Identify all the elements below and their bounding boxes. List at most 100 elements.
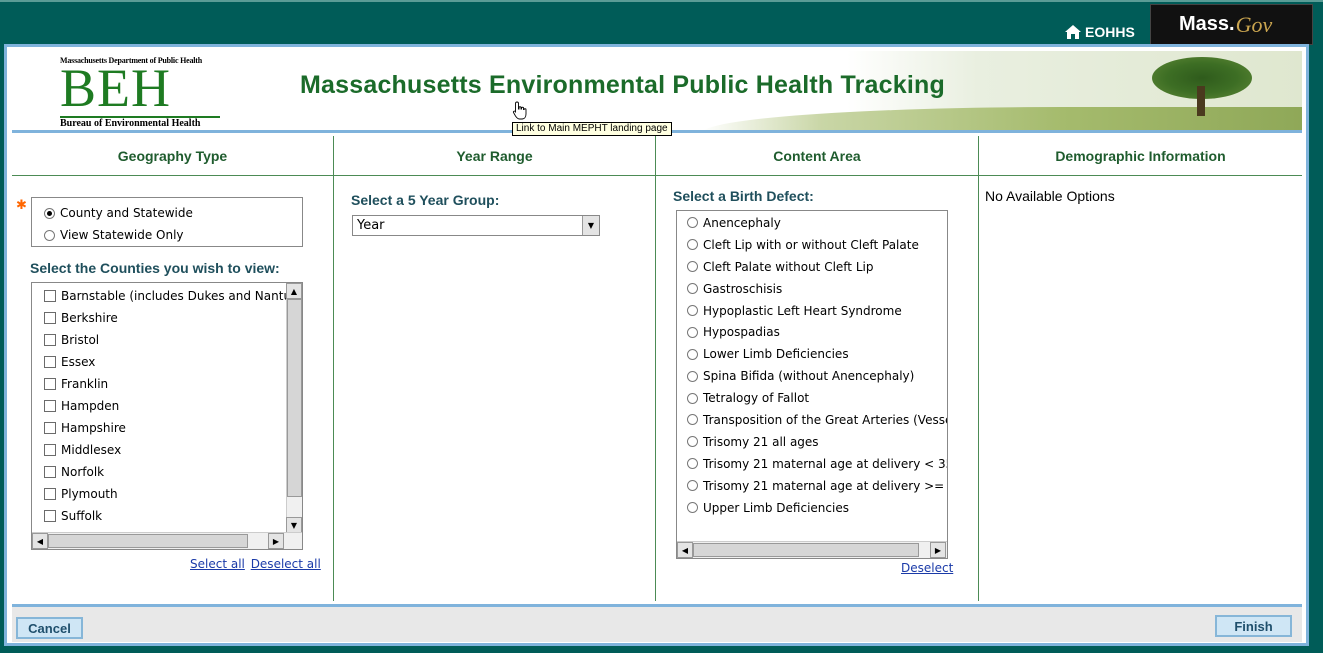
list-item[interactable]: Barnstable (includes Dukes and Nantucket… xyxy=(32,285,286,307)
finish-button[interactable]: Finish xyxy=(1215,615,1292,637)
chevron-down-icon[interactable]: ▼ xyxy=(582,216,599,235)
radio-button[interactable] xyxy=(687,261,698,273)
vertical-scrollbar[interactable]: ▲ ▼ xyxy=(286,283,302,533)
radio-button[interactable] xyxy=(687,217,698,229)
radio-button[interactable] xyxy=(687,392,698,404)
defect-label: Lower Limb Deficiencies xyxy=(703,347,849,362)
list-item[interactable]: Middlesex xyxy=(32,439,286,461)
list-item[interactable]: Upper Limb Deficiencies xyxy=(677,497,947,519)
list-item[interactable]: Cleft Lip with or without Cleft Palate xyxy=(677,234,947,256)
scroll-thumb[interactable] xyxy=(48,534,248,548)
list-item[interactable]: Essex xyxy=(32,351,286,373)
list-item[interactable]: Franklin xyxy=(32,373,286,395)
deselect-link[interactable]: Deselect xyxy=(901,561,953,575)
scroll-thumb[interactable] xyxy=(693,543,919,557)
radio-button[interactable] xyxy=(44,229,55,241)
radio-county-statewide[interactable]: County and Statewide xyxy=(32,202,302,224)
county-label: Franklin xyxy=(61,377,109,391)
select-all-link[interactable]: Select all xyxy=(190,557,245,571)
radio-label: View Statewide Only xyxy=(60,228,184,242)
scroll-right-button[interactable]: ▶ xyxy=(268,533,284,549)
list-item[interactable]: Trisomy 21 maternal age at delivery < 35 xyxy=(677,453,947,475)
list-item[interactable]: Spina Bifida (without Anencephaly) xyxy=(677,365,947,387)
list-item[interactable]: Bristol xyxy=(32,329,286,351)
radio-button[interactable] xyxy=(687,283,698,295)
list-item[interactable]: Trisomy 21 maternal age at delivery >= 3… xyxy=(677,475,947,497)
checkbox[interactable] xyxy=(44,356,56,368)
scroll-right-button[interactable]: ▶ xyxy=(930,542,946,558)
radio-button[interactable] xyxy=(687,305,698,316)
birth-defect-list[interactable]: Anencephaly Cleft Lip with or without Cl… xyxy=(676,210,948,559)
list-item[interactable]: Norfolk xyxy=(32,461,286,483)
geography-column: Geography Type ✱ County and Statewide Vi… xyxy=(12,136,334,601)
list-item[interactable]: Hypoplastic Left Heart Syndrome xyxy=(677,300,947,322)
list-item[interactable]: Hampshire xyxy=(32,417,286,439)
demographic-header: Demographic Information xyxy=(979,136,1302,176)
deselect-all-link[interactable]: Deselect all xyxy=(251,557,321,571)
footer: Cancel Finish xyxy=(12,604,1302,642)
scroll-up-button[interactable]: ▲ xyxy=(286,283,302,299)
checkbox[interactable] xyxy=(44,444,56,456)
scroll-thumb[interactable] xyxy=(287,299,302,497)
top-bar: EOHHS Mass. Gov xyxy=(0,0,1323,45)
radio-button[interactable] xyxy=(44,207,55,219)
list-item[interactable]: Cleft Palate without Cleft Lip xyxy=(677,256,947,278)
year-group-label: Select a 5 Year Group: xyxy=(351,192,500,208)
checkbox[interactable] xyxy=(44,510,56,522)
radio-button[interactable] xyxy=(687,480,698,492)
defect-label: Spina Bifida (without Anencephaly) xyxy=(703,369,915,384)
page-title[interactable]: Massachusetts Environmental Public Healt… xyxy=(300,71,945,100)
list-item[interactable]: Hampden xyxy=(32,395,286,417)
tree-trunk xyxy=(1197,86,1205,116)
mass-gov-logo[interactable]: Mass. Gov xyxy=(1150,4,1313,45)
checkbox[interactable] xyxy=(44,422,56,434)
content-header: Content Area xyxy=(656,136,978,176)
checkbox[interactable] xyxy=(44,312,56,324)
content-column: Content Area Select a Birth Defect: Anen… xyxy=(656,136,979,601)
checkbox[interactable] xyxy=(44,488,56,500)
cancel-button[interactable]: Cancel xyxy=(16,617,83,639)
year-group-select[interactable]: Year ▼ xyxy=(352,215,600,236)
radio-button[interactable] xyxy=(687,370,698,382)
hand-cursor-icon xyxy=(512,101,527,120)
radio-button[interactable] xyxy=(687,414,698,426)
list-item[interactable]: Suffolk xyxy=(32,505,286,527)
columns: Geography Type ✱ County and Statewide Vi… xyxy=(12,136,1302,601)
checkbox[interactable] xyxy=(44,400,56,412)
radio-button[interactable] xyxy=(687,458,698,470)
list-item[interactable]: Plymouth xyxy=(32,483,286,505)
list-item[interactable]: Hypospadias xyxy=(677,321,947,343)
scroll-left-button[interactable]: ◀ xyxy=(677,542,693,558)
checkbox[interactable] xyxy=(44,290,56,302)
scroll-left-button[interactable]: ◀ xyxy=(32,533,48,549)
radio-button[interactable] xyxy=(687,436,698,448)
list-item[interactable]: Gastroschisis xyxy=(677,278,947,300)
beh-logo[interactable]: BEH xyxy=(60,61,171,115)
checkbox[interactable] xyxy=(44,334,56,346)
horizontal-scrollbar[interactable]: ◀ ▶ xyxy=(677,541,947,558)
radio-button[interactable] xyxy=(687,239,698,251)
eohhs-link[interactable]: EOHHS xyxy=(1064,22,1135,42)
radio-button[interactable] xyxy=(687,326,698,338)
checkbox[interactable] xyxy=(44,378,56,390)
list-item[interactable]: Tetralogy of Fallot xyxy=(677,387,947,409)
scroll-down-button[interactable]: ▼ xyxy=(286,517,302,533)
year-column: Year Range Select a 5 Year Group: Year ▼ xyxy=(334,136,656,601)
radio-statewide-only[interactable]: View Statewide Only xyxy=(32,224,302,246)
county-label: Plymouth xyxy=(61,487,118,501)
list-item[interactable]: Lower Limb Deficiencies xyxy=(677,343,947,365)
list-item[interactable]: Anencephaly xyxy=(677,212,947,234)
radio-button[interactable] xyxy=(687,348,698,360)
geography-options: County and Statewide View Statewide Only xyxy=(31,197,303,247)
list-item[interactable]: Trisomy 21 all ages xyxy=(677,431,947,453)
horizontal-scrollbar[interactable]: ◀ ▶ xyxy=(32,532,302,549)
county-label: Barnstable (includes Dukes and Nantucket… xyxy=(61,289,286,303)
checkbox[interactable] xyxy=(44,466,56,478)
radio-button[interactable] xyxy=(687,502,698,514)
banner[interactable]: Massachusetts Department of Public Healt… xyxy=(12,51,1302,133)
list-item[interactable]: Berkshire xyxy=(32,307,286,329)
defect-label: Trisomy 21 maternal age at delivery < 35 xyxy=(703,456,947,471)
list-item[interactable]: Transposition of the Great Arteries (Ves… xyxy=(677,409,947,431)
county-select-links: Select all Deselect all xyxy=(190,557,321,571)
county-list[interactable]: Barnstable (includes Dukes and Nantucket… xyxy=(31,282,303,550)
